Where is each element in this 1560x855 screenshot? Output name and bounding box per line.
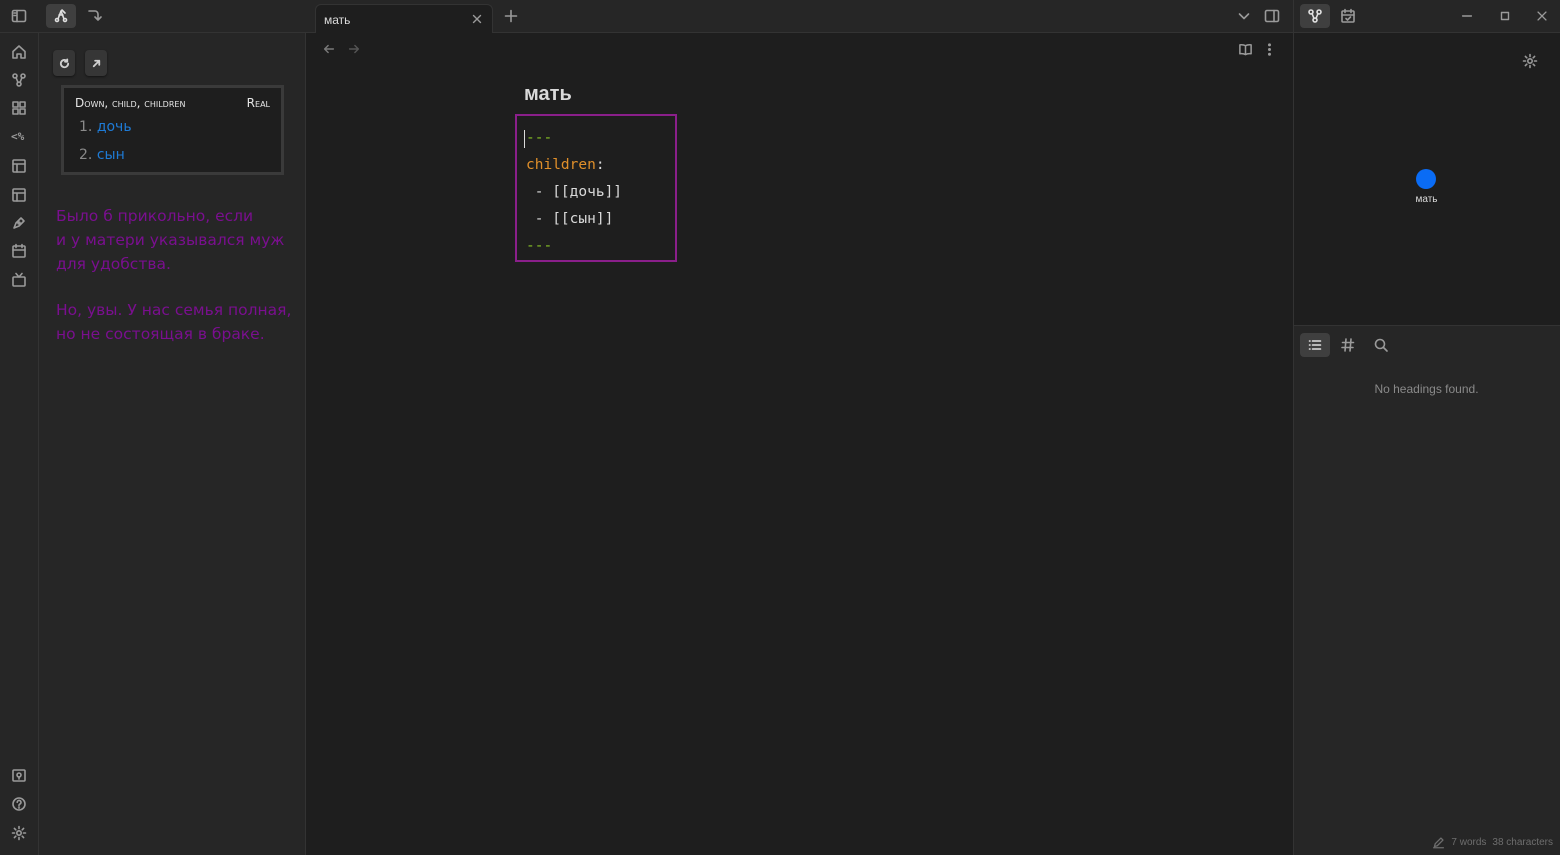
canvas-icon[interactable] (11, 100, 27, 116)
graph-settings-icon[interactable] (1522, 53, 1538, 69)
left-sidebar-header (0, 0, 306, 33)
annotation-line: Было б прикольно, если (56, 207, 254, 225)
breadcrumbs-field-label: Down, child, children (75, 96, 186, 110)
help-icon[interactable] (11, 796, 27, 812)
toggle-left-sidebar-button[interactable] (4, 4, 34, 28)
graph-view-icon[interactable] (11, 72, 27, 88)
calendar-tab[interactable] (1333, 4, 1363, 28)
list-number: 2. (79, 147, 93, 163)
reading-view-icon[interactable] (1238, 42, 1253, 57)
child-link-son[interactable]: сын (97, 147, 125, 163)
template-icon[interactable] (11, 187, 27, 203)
annotation-line: и у матери указывался муж (56, 231, 285, 249)
annotation-paragraph-1: Было б прикольно, если и у матери указыв… (56, 204, 301, 276)
annotation-line: для удобства. (56, 255, 171, 273)
yaml-key: children (526, 157, 596, 173)
tab-bar: мать (306, 0, 1293, 34)
yaml-list-item: - [[дочь]] (526, 184, 623, 200)
annotation-paragraph-2: Но, увы. У нас семья полная, но не состо… (56, 298, 301, 346)
search-icon (1374, 338, 1388, 352)
breadcrumb-child-item: 1. дочь (79, 119, 132, 135)
graph-node-label: мать (1415, 194, 1438, 205)
more-options-icon[interactable] (1262, 42, 1277, 57)
frontmatter-block[interactable]: --- children: - [[дочь]] - [[сын]] --- (515, 114, 677, 262)
tv-icon[interactable] (11, 272, 27, 288)
chevron-down-icon[interactable] (1236, 8, 1252, 24)
local-graph-tab[interactable] (1300, 4, 1330, 28)
outline-panel: No headings found. 7 words 38 characters (1293, 326, 1560, 855)
tab-mat[interactable]: мать (315, 4, 493, 34)
layout-icon[interactable] (11, 158, 27, 174)
child-link-daughter[interactable]: дочь (97, 119, 132, 135)
arrow-up-right-icon (92, 59, 100, 67)
empty-outline-message: No headings found. (1374, 382, 1479, 396)
calendar-icon[interactable] (11, 243, 27, 259)
sidebar-right-icon[interactable] (1264, 8, 1280, 24)
home-icon[interactable] (11, 44, 27, 60)
frontmatter-key-line: children: (526, 157, 605, 173)
hash-icon (1341, 338, 1355, 352)
character-count: 38 characters (1492, 837, 1553, 848)
yaml-list-item: - [[сын]] (526, 211, 614, 227)
minimize-icon[interactable] (1460, 9, 1474, 23)
yaml-colon: : (595, 157, 605, 173)
redirect-button[interactable] (79, 4, 109, 28)
pen-icon[interactable] (11, 215, 27, 231)
templater-icon[interactable]: <% (11, 129, 27, 145)
refresh-icon (59, 57, 69, 68)
annotation-line: но не состоящая в браке. (56, 325, 265, 343)
maximize-icon[interactable] (1498, 9, 1512, 23)
forward-arrow-icon[interactable] (347, 42, 361, 56)
new-tab-icon[interactable] (503, 8, 519, 24)
note-title[interactable]: мать (524, 83, 572, 106)
sidebar-left-icon (11, 9, 27, 23)
word-count: 7 words (1451, 837, 1487, 848)
tab-title: мать (324, 13, 351, 27)
settings-icon[interactable] (11, 825, 27, 841)
frontmatter-fence-end: --- (526, 238, 553, 254)
close-icon[interactable] (470, 12, 484, 26)
tags-tab[interactable] (1333, 333, 1363, 357)
calendar-check-icon (1341, 8, 1355, 23)
graph-icon (1308, 9, 1322, 23)
open-external-button[interactable] (85, 50, 107, 76)
local-graph-view: мать (1293, 33, 1560, 326)
list-icon (1308, 340, 1322, 350)
text-cursor (524, 130, 525, 148)
search-tab[interactable] (1366, 333, 1396, 357)
breadcrumbs-panel: Down, child, children Real 1. дочь 2. сы… (61, 85, 284, 175)
outline-tab[interactable] (1300, 333, 1330, 357)
editor-pane: мать --- children: - [[дочь]] - [[сын]] … (306, 33, 1293, 855)
corner-arrow-icon (88, 10, 102, 21)
frontmatter-fence-start: --- (526, 130, 553, 146)
pencil-icon[interactable] (1432, 836, 1445, 849)
breadcrumbs-real-label: Real (246, 96, 270, 110)
annotation-line: Но, увы. У нас семья полная, (56, 301, 292, 319)
graph-node[interactable] (1416, 169, 1436, 189)
breadcrumbs-icon (54, 9, 68, 23)
status-bar: 7 words 38 characters (1432, 836, 1553, 849)
window-close-icon[interactable] (1535, 9, 1549, 23)
vault-icon[interactable] (11, 768, 27, 784)
breadcrumb-child-item: 2. сын (79, 147, 125, 163)
breadcrumbs-view-button[interactable] (46, 4, 76, 28)
back-arrow-icon[interactable] (322, 42, 336, 56)
right-sidebar-header (1293, 0, 1560, 33)
list-number: 1. (79, 119, 93, 135)
ribbon: <% (0, 0, 39, 855)
refresh-button[interactable] (53, 50, 75, 76)
left-sidebar: Down, child, children Real 1. дочь 2. сы… (39, 33, 306, 855)
